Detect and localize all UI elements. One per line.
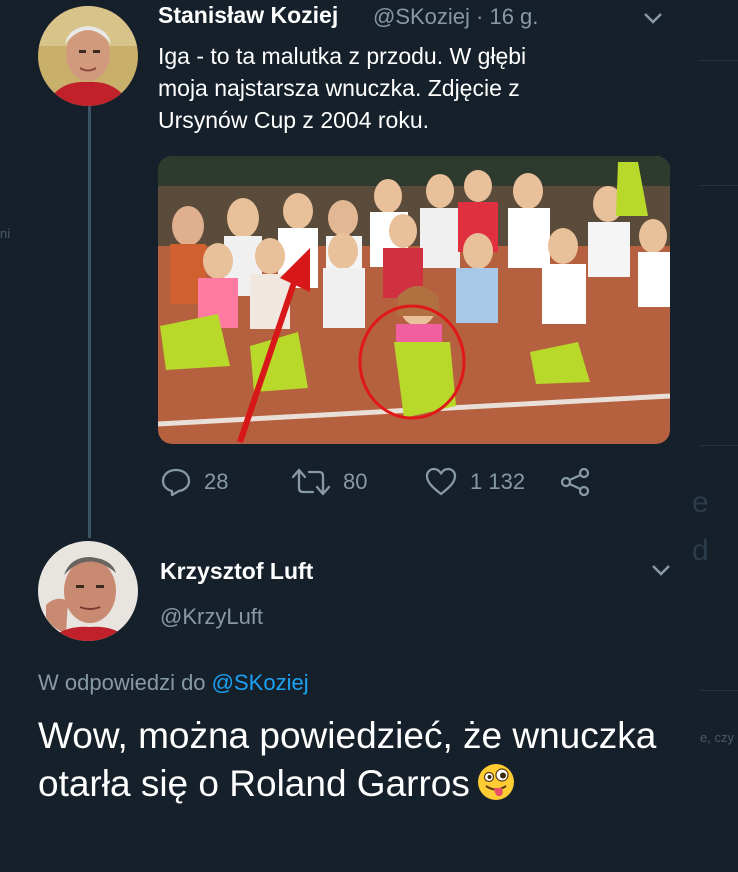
thread-connector-line bbox=[88, 106, 91, 538]
chevron-down-icon[interactable] bbox=[640, 8, 666, 28]
background-divider bbox=[700, 185, 738, 186]
reply-text: Wow, można powiedzieć, że wnuczka otarła… bbox=[38, 712, 678, 808]
background-divider bbox=[700, 445, 738, 446]
reply-icon bbox=[161, 468, 191, 497]
background-text-fragment: d bbox=[692, 534, 709, 567]
retweet-icon bbox=[291, 468, 331, 496]
share-icon bbox=[560, 467, 590, 497]
like-button[interactable]: 1 132 bbox=[424, 466, 525, 498]
tweet-text: Iga - to ta malutka z przodu. W głębi mo… bbox=[158, 43, 527, 133]
avatar[interactable] bbox=[38, 541, 138, 641]
retweet-count: 80 bbox=[343, 469, 368, 494]
reply-handle[interactable]: @KrzyLuft bbox=[160, 604, 263, 630]
chevron-down-icon[interactable] bbox=[648, 560, 674, 580]
winking-tongue-emoji bbox=[476, 762, 516, 802]
tweet-handle-timestamp[interactable]: @SKoziej · 16 g. bbox=[373, 4, 538, 30]
background-left-strip bbox=[0, 0, 18, 872]
share-button[interactable] bbox=[558, 466, 592, 498]
like-icon bbox=[425, 467, 457, 496]
reply-button[interactable]: 28 bbox=[160, 466, 228, 498]
background-text-fragment: e bbox=[692, 486, 709, 519]
background-divider bbox=[700, 690, 738, 691]
avatar[interactable] bbox=[38, 6, 138, 106]
background-divider bbox=[700, 60, 738, 61]
retweet-button[interactable]: 80 bbox=[291, 466, 367, 498]
reply-count: 28 bbox=[204, 469, 229, 494]
reply-author-name[interactable]: Krzysztof Luft bbox=[160, 558, 313, 585]
tweet-author-name[interactable]: Stanisław Koziej bbox=[158, 2, 338, 29]
like-count: 1 132 bbox=[470, 469, 526, 494]
replying-to-line: W odpowiedzi do @SKoziej bbox=[38, 670, 309, 696]
background-text-fragment: ni bbox=[0, 226, 11, 241]
reply-text-body: Wow, można powiedzieć, że wnuczka otarła… bbox=[38, 715, 657, 804]
replying-to-mention[interactable]: @SKoziej bbox=[212, 670, 309, 695]
background-text-fragment: e, czy bbox=[700, 730, 734, 745]
tweet-photo[interactable] bbox=[158, 156, 670, 444]
tweet-photo-image bbox=[158, 156, 670, 444]
replying-to-label: W odpowiedzi do bbox=[38, 670, 212, 695]
